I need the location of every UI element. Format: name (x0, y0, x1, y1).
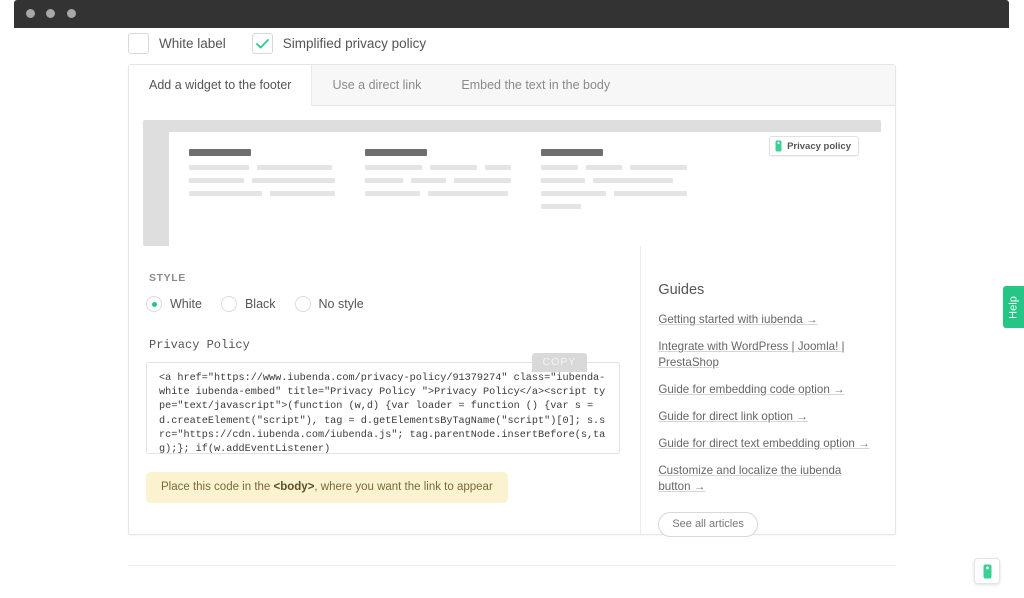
guides-panel: Guides Getting started with iubenda → In… (640, 246, 895, 537)
guide-link-customize-button[interactable]: Customize and localize the iubenda butto… (658, 463, 873, 495)
card-body: Style White Black No style Privacy Polic… (129, 246, 895, 537)
preview-text-line (189, 178, 335, 183)
see-all-articles-button[interactable]: See all articles (658, 512, 758, 537)
window-dot-maximize[interactable] (66, 9, 76, 18)
radio-white[interactable] (146, 296, 162, 312)
preview-column (541, 149, 717, 246)
tab-label: Use a direct link (332, 78, 422, 92)
floating-privacy-button[interactable] (974, 558, 1000, 584)
preview-text-line (365, 178, 511, 183)
preview-text-line (189, 165, 335, 170)
bottom-divider (128, 565, 896, 566)
preview-page: Privacy policy (169, 132, 881, 246)
main-card: Add a widget to the footer Use a direct … (128, 64, 896, 537)
guide-link-direct-text-embedding[interactable]: Guide for direct text embedding option → (658, 436, 873, 452)
guide-link-direct-link[interactable]: Guide for direct link option → (658, 409, 873, 425)
preview-column (365, 149, 541, 246)
body-placement-notice: Place this code in the <body>, where you… (146, 472, 508, 503)
left-column: Style White Black No style Privacy Polic… (129, 246, 640, 534)
tab-strip: Add a widget to the footer Use a direct … (129, 65, 895, 106)
preview-text-line (541, 165, 688, 170)
style-section-title: Style (149, 272, 186, 284)
tab-add-widget-footer[interactable]: Add a widget to the footer (129, 65, 313, 106)
tab-use-direct-link[interactable]: Use a direct link (312, 65, 441, 105)
code-section-title: Privacy Policy (149, 338, 250, 352)
help-tab[interactable]: Help (1003, 286, 1024, 328)
preview-text-line (541, 191, 687, 196)
window-dot-close[interactable] (26, 9, 35, 18)
guides-title: Guides (658, 282, 705, 298)
code-box[interactable]: <a href="https://www.iubenda.com/privacy… (146, 362, 621, 454)
style-radio-row: White Black No style (146, 296, 620, 312)
guide-link-integrate-cms[interactable]: Integrate with WordPress | Joomla! | Pre… (658, 339, 873, 371)
preview-heading-bar (365, 149, 427, 156)
style-option-black[interactable]: Black (220, 296, 276, 312)
white-label-label: White label (159, 36, 226, 51)
copy-button[interactable]: COPY (531, 353, 588, 372)
preview-heading-bar (541, 149, 603, 156)
shield-icon (983, 564, 991, 578)
shield-icon (775, 140, 782, 152)
preview-text-line (541, 178, 687, 183)
preview-heading-bar (189, 149, 251, 156)
privacy-policy-badge[interactable]: Privacy policy (769, 136, 859, 156)
guide-link-embedding-code[interactable]: Guide for embedding code option → (658, 382, 873, 398)
white-label-checkbox-group[interactable]: White label (128, 33, 226, 54)
preview-text-line (189, 191, 335, 196)
check-icon (255, 38, 269, 48)
preview-text-line (541, 204, 687, 209)
window-dot-minimize[interactable] (46, 9, 56, 18)
radio-black[interactable] (220, 296, 237, 312)
notice-code: <body> (273, 481, 315, 493)
privacy-policy-badge-label: Privacy policy (787, 140, 851, 152)
simplified-policy-label: Simplified privacy policy (282, 36, 427, 51)
widget-preview: Privacy policy (143, 120, 881, 246)
notice-suffix: , where you want the link to appear (314, 481, 493, 493)
style-option-white[interactable]: White (146, 296, 202, 312)
notice-prefix: Place this code in the (161, 481, 274, 493)
tab-label: Add a widget to the footer (149, 78, 292, 92)
radio-black-label: Black (244, 297, 276, 311)
code-snippet[interactable]: <a href="https://www.iubenda.com/privacy… (159, 372, 609, 453)
simplified-policy-checkbox[interactable] (251, 33, 273, 54)
help-tab-label: Help (1007, 295, 1019, 319)
tab-label: Embed the text in the body (461, 78, 611, 92)
radio-no-style[interactable] (294, 296, 311, 312)
white-label-checkbox[interactable] (128, 33, 149, 54)
radio-white-label: White (170, 297, 202, 311)
tab-embed-text-body[interactable]: Embed the text in the body (441, 65, 630, 105)
code-block-wrapper: COPY <a href="https://www.iubenda.com/pr… (146, 353, 621, 454)
window-titlebar (14, 0, 1009, 28)
guide-link-getting-started[interactable]: Getting started with iubenda → (658, 312, 873, 328)
preview-column (189, 149, 365, 246)
simplified-policy-checkbox-group[interactable]: Simplified privacy policy (251, 33, 427, 54)
preview-text-line (365, 165, 511, 170)
preview-text-line (365, 191, 511, 196)
options-row: White label Simplified privacy policy (128, 33, 426, 54)
style-option-no-style[interactable]: No style (294, 296, 364, 312)
radio-no-style-label: No style (318, 297, 364, 311)
